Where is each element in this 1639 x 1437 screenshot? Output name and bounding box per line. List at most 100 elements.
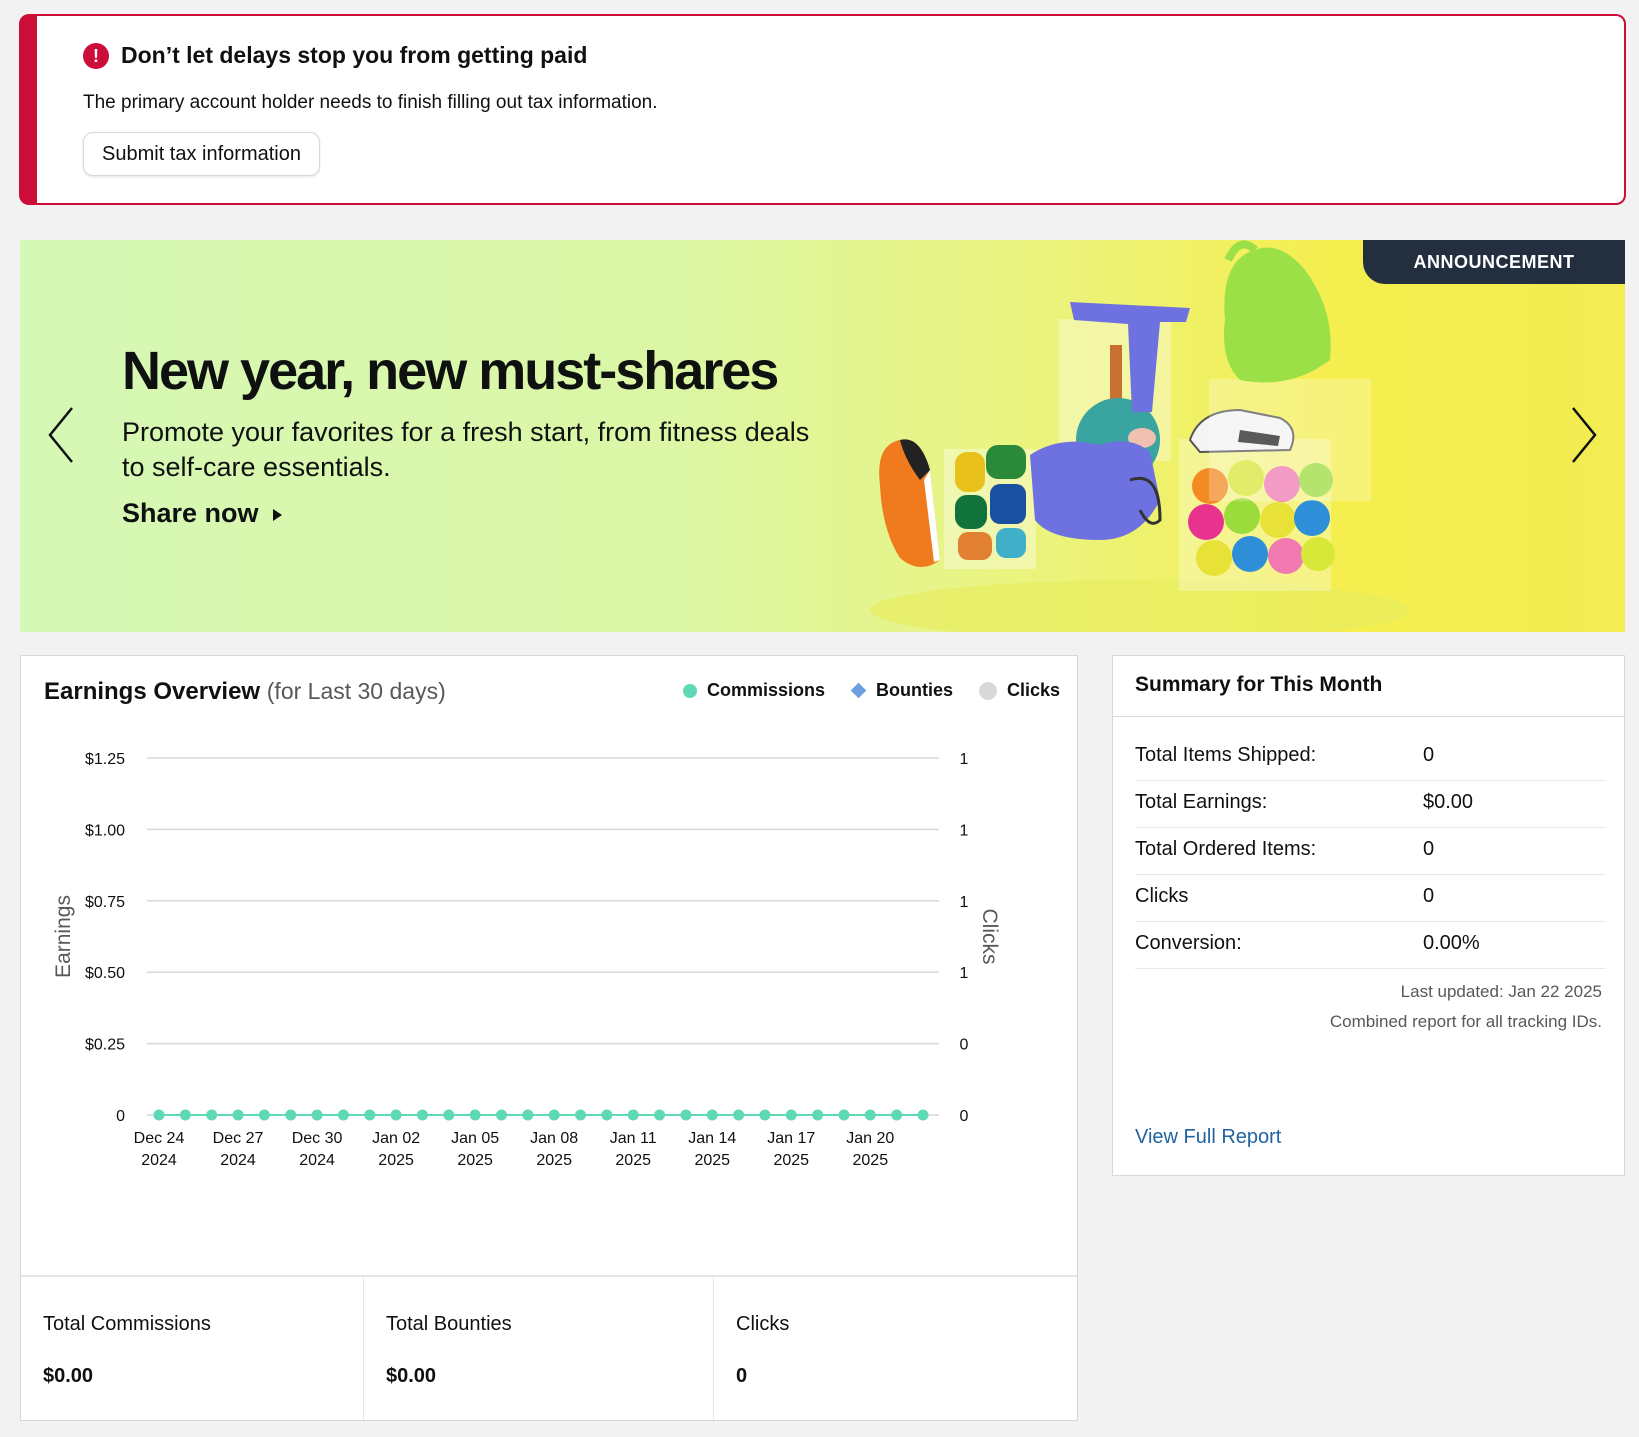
commissions-point	[627, 1109, 639, 1121]
commissions-point	[838, 1109, 850, 1121]
x-tick-label: Jan 11	[610, 1130, 657, 1147]
y-tick-label: $1.00	[85, 822, 125, 839]
caret-right-icon	[273, 509, 283, 521]
commissions-point	[917, 1109, 929, 1121]
clicks-marker-icon	[979, 681, 997, 700]
commissions-point	[495, 1109, 507, 1121]
x-tick-year: 2024	[299, 1152, 335, 1169]
total-bounties-value: $0.00	[386, 1365, 437, 1387]
x-tick-label: Dec 27	[213, 1130, 264, 1147]
tax-alert: ! Don’t let delays stop you from getting…	[19, 14, 1626, 205]
y2-tick-label: 1	[960, 965, 969, 982]
summary-title: Summary for This Month	[1113, 656, 1624, 717]
x-tick-year: 2024	[141, 1152, 177, 1169]
legend-clicks-label: Clicks	[1007, 680, 1061, 700]
summary-row: Conversion: 0.00%	[1135, 922, 1605, 969]
y2-tick-label: 1	[960, 751, 969, 768]
commissions-point	[733, 1109, 745, 1121]
x-tick-year: 2025	[853, 1152, 889, 1169]
y2-axis-title: Clicks	[978, 909, 1001, 965]
legend-bounties-label: Bounties	[876, 680, 954, 700]
x-tick-year: 2025	[773, 1152, 809, 1169]
products-illustration	[870, 240, 1410, 632]
summary-row-label: Total Earnings:	[1135, 791, 1268, 813]
share-now-link[interactable]: Share now	[122, 498, 284, 529]
total-clicks-value: 0	[736, 1365, 748, 1387]
x-tick-year: 2025	[694, 1152, 730, 1169]
y-tick-label: $1.25	[85, 751, 125, 768]
summary-row-value: 0	[1423, 744, 1435, 766]
earnings-chart: $1.25 1 $1.00 1 $0.75 1 $0.50 1 $0.25 0 0 0 Earnings…	[52, 751, 1001, 1169]
commissions-point	[891, 1109, 903, 1121]
commissions-point	[258, 1109, 270, 1121]
summary-row-label: Clicks	[1135, 885, 1189, 907]
commissions-point	[759, 1109, 771, 1121]
earnings-period: (for Last 30 days)	[266, 678, 446, 704]
banner-subtitle: Promote your favorites for a fresh start…	[122, 417, 810, 482]
commissions-point	[153, 1109, 165, 1121]
summary-row: Clicks 0	[1135, 875, 1605, 922]
x-tick-year: 2024	[220, 1152, 256, 1169]
y2-tick-label: 1	[960, 894, 969, 911]
last-updated: Last updated: Jan 22 2025	[1400, 982, 1602, 1001]
total-clicks: Clicks 0	[713, 1277, 1077, 1420]
commissions-point	[443, 1109, 455, 1121]
commissions-point	[179, 1109, 191, 1121]
total-commissions: Total Commissions $0.00	[21, 1277, 363, 1420]
commissions-point	[575, 1109, 587, 1121]
share-now-label: Share now	[122, 498, 259, 528]
total-bounties: Total Bounties $0.00	[363, 1277, 713, 1420]
commissions-point	[285, 1109, 297, 1121]
commissions-point	[390, 1109, 402, 1121]
y2-tick-label: 0	[960, 1108, 969, 1125]
banner-title: New year, new must-shares	[122, 341, 779, 401]
earnings-title-text: Earnings Overview	[44, 678, 261, 705]
commissions-point	[337, 1109, 349, 1121]
commissions-point	[548, 1109, 560, 1121]
commissions-point	[680, 1109, 692, 1121]
submit-tax-info-button[interactable]: Submit tax information	[83, 132, 320, 176]
commissions-point	[601, 1109, 613, 1121]
summary-row-label: Conversion:	[1135, 932, 1242, 954]
summary-table: Total Items Shipped: 0 Total Earnings: $…	[1135, 734, 1605, 969]
x-tick-year: 2025	[457, 1152, 493, 1169]
commissions-point	[812, 1109, 824, 1121]
earnings-title: Earnings Overview (for Last 30 days)	[44, 678, 446, 706]
commissions-point	[311, 1109, 323, 1121]
x-tick-year: 2025	[536, 1152, 572, 1169]
summary-row: Total Items Shipped: 0	[1135, 734, 1605, 781]
x-tick-label: Jan 02	[372, 1130, 420, 1147]
y-tick-label: $0.25	[85, 1037, 125, 1054]
legend-clicks[interactable]: Clicks	[979, 680, 1060, 701]
legend-bounties[interactable]: Bounties	[850, 680, 954, 701]
y-tick-label: $0.50	[85, 965, 125, 982]
total-clicks-label: Clicks	[736, 1313, 790, 1335]
summary-row-value: 0.00%	[1423, 932, 1480, 954]
summary-row: Total Ordered Items: 0	[1135, 828, 1605, 875]
chevron-left-icon[interactable]	[42, 400, 82, 470]
x-tick-label: Jan 08	[530, 1130, 578, 1147]
summary-row-value: 0	[1423, 838, 1435, 860]
chevron-right-icon[interactable]	[1563, 400, 1603, 470]
summary-row-label: Total Items Shipped:	[1135, 744, 1317, 766]
summary-row-value: $0.00	[1423, 791, 1474, 813]
x-tick-label: Dec 24	[134, 1130, 185, 1147]
commissions-point	[206, 1109, 218, 1121]
x-tick-label: Jan 05	[451, 1130, 499, 1147]
commissions-point	[864, 1109, 876, 1121]
legend-commissions[interactable]: Commissions	[683, 680, 825, 701]
bounties-marker-icon	[850, 682, 867, 699]
x-tick-label: Jan 17	[767, 1130, 815, 1147]
commissions-point	[785, 1109, 797, 1121]
y2-tick-label: 1	[960, 822, 969, 839]
summary-row: Total Earnings: $0.00	[1135, 781, 1605, 828]
commissions-point	[706, 1109, 718, 1121]
total-commissions-value: $0.00	[43, 1365, 94, 1387]
combined-report-note: Combined report for all tracking IDs.	[1329, 1012, 1602, 1031]
earnings-totals: Total Commissions $0.00 Total Bounties $…	[21, 1275, 1077, 1420]
total-commissions-label: Total Commissions	[43, 1313, 211, 1335]
view-full-report-link[interactable]: View Full Report	[1135, 1126, 1281, 1149]
exclamation-icon: !	[83, 43, 109, 69]
alert-title: Don’t let delays stop you from getting p…	[121, 42, 588, 68]
announcement-banner[interactable]: ANNOUNCEMENT New year, new must-shares P…	[20, 240, 1625, 632]
